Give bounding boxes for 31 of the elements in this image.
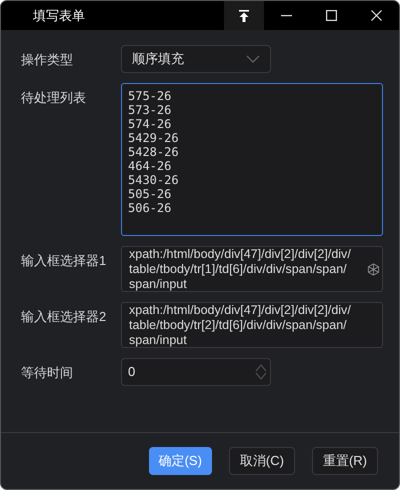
pending-list-field[interactable]: 575-26 573-26 574-26 5429-26 5428-26 464-26 5430-26 505-26 506-26	[121, 83, 383, 236]
list-line: 575-26	[128, 89, 172, 103]
list-line: 5430-26	[128, 173, 180, 187]
selector-value: xpath:/html/body/div[47]/div[2]/div[2]/div/table/tbody/tr[1]/td[6]/div/div/span/span/span/input	[129, 246, 352, 292]
minimize-icon	[281, 14, 292, 16]
type-dropdown[interactable]: 顺序填充	[121, 45, 271, 73]
selector-field[interactable]: xpath:/html/body/div[47]/div[2]/div[2]/div/table/tbody/tr[1]/td[6]/div/div/span/span/span/input	[121, 246, 383, 292]
chevron-down-icon	[246, 55, 260, 63]
window-title: 填写表单	[32, 6, 86, 25]
selector-field[interactable]: xpath:/html/body/div[47]/div[2]/div[2]/div/table/tbody/tr[2]/td[6]/div/div/span/span/span/input	[121, 302, 383, 348]
field-label: 操作类型	[21, 51, 74, 69]
list-line: 464-26	[128, 159, 172, 173]
maximize-icon	[326, 10, 337, 21]
close-icon	[371, 10, 382, 21]
field-label: 待处理列表	[21, 89, 87, 107]
dialog-button[interactable]: 重置(R)	[312, 447, 378, 475]
field-label: 等待时间	[21, 364, 74, 382]
list-line: 5428-26	[128, 145, 180, 159]
dialog-button[interactable]: 取消(C)	[228, 447, 295, 475]
list-line: 574-26	[128, 117, 172, 131]
list-line: 5429-26	[128, 131, 180, 145]
selector-value: xpath:/html/body/div[47]/div[2]/div[2]/div/table/tbody/tr[2]/td[6]/div/div/span/span/span/input	[129, 302, 352, 348]
field-label: 输入框选择器2	[21, 308, 108, 326]
pin-button[interactable]	[224, 1, 264, 30]
list-line: 573-26	[128, 103, 172, 117]
pin-icon	[238, 10, 250, 22]
field-label: 输入框选择器1	[21, 252, 108, 270]
list-line: 506-26	[128, 201, 172, 215]
list-line: 505-26	[128, 187, 172, 201]
cube-icon[interactable]	[367, 262, 380, 276]
wait-time-field[interactable]: 0	[121, 358, 271, 386]
